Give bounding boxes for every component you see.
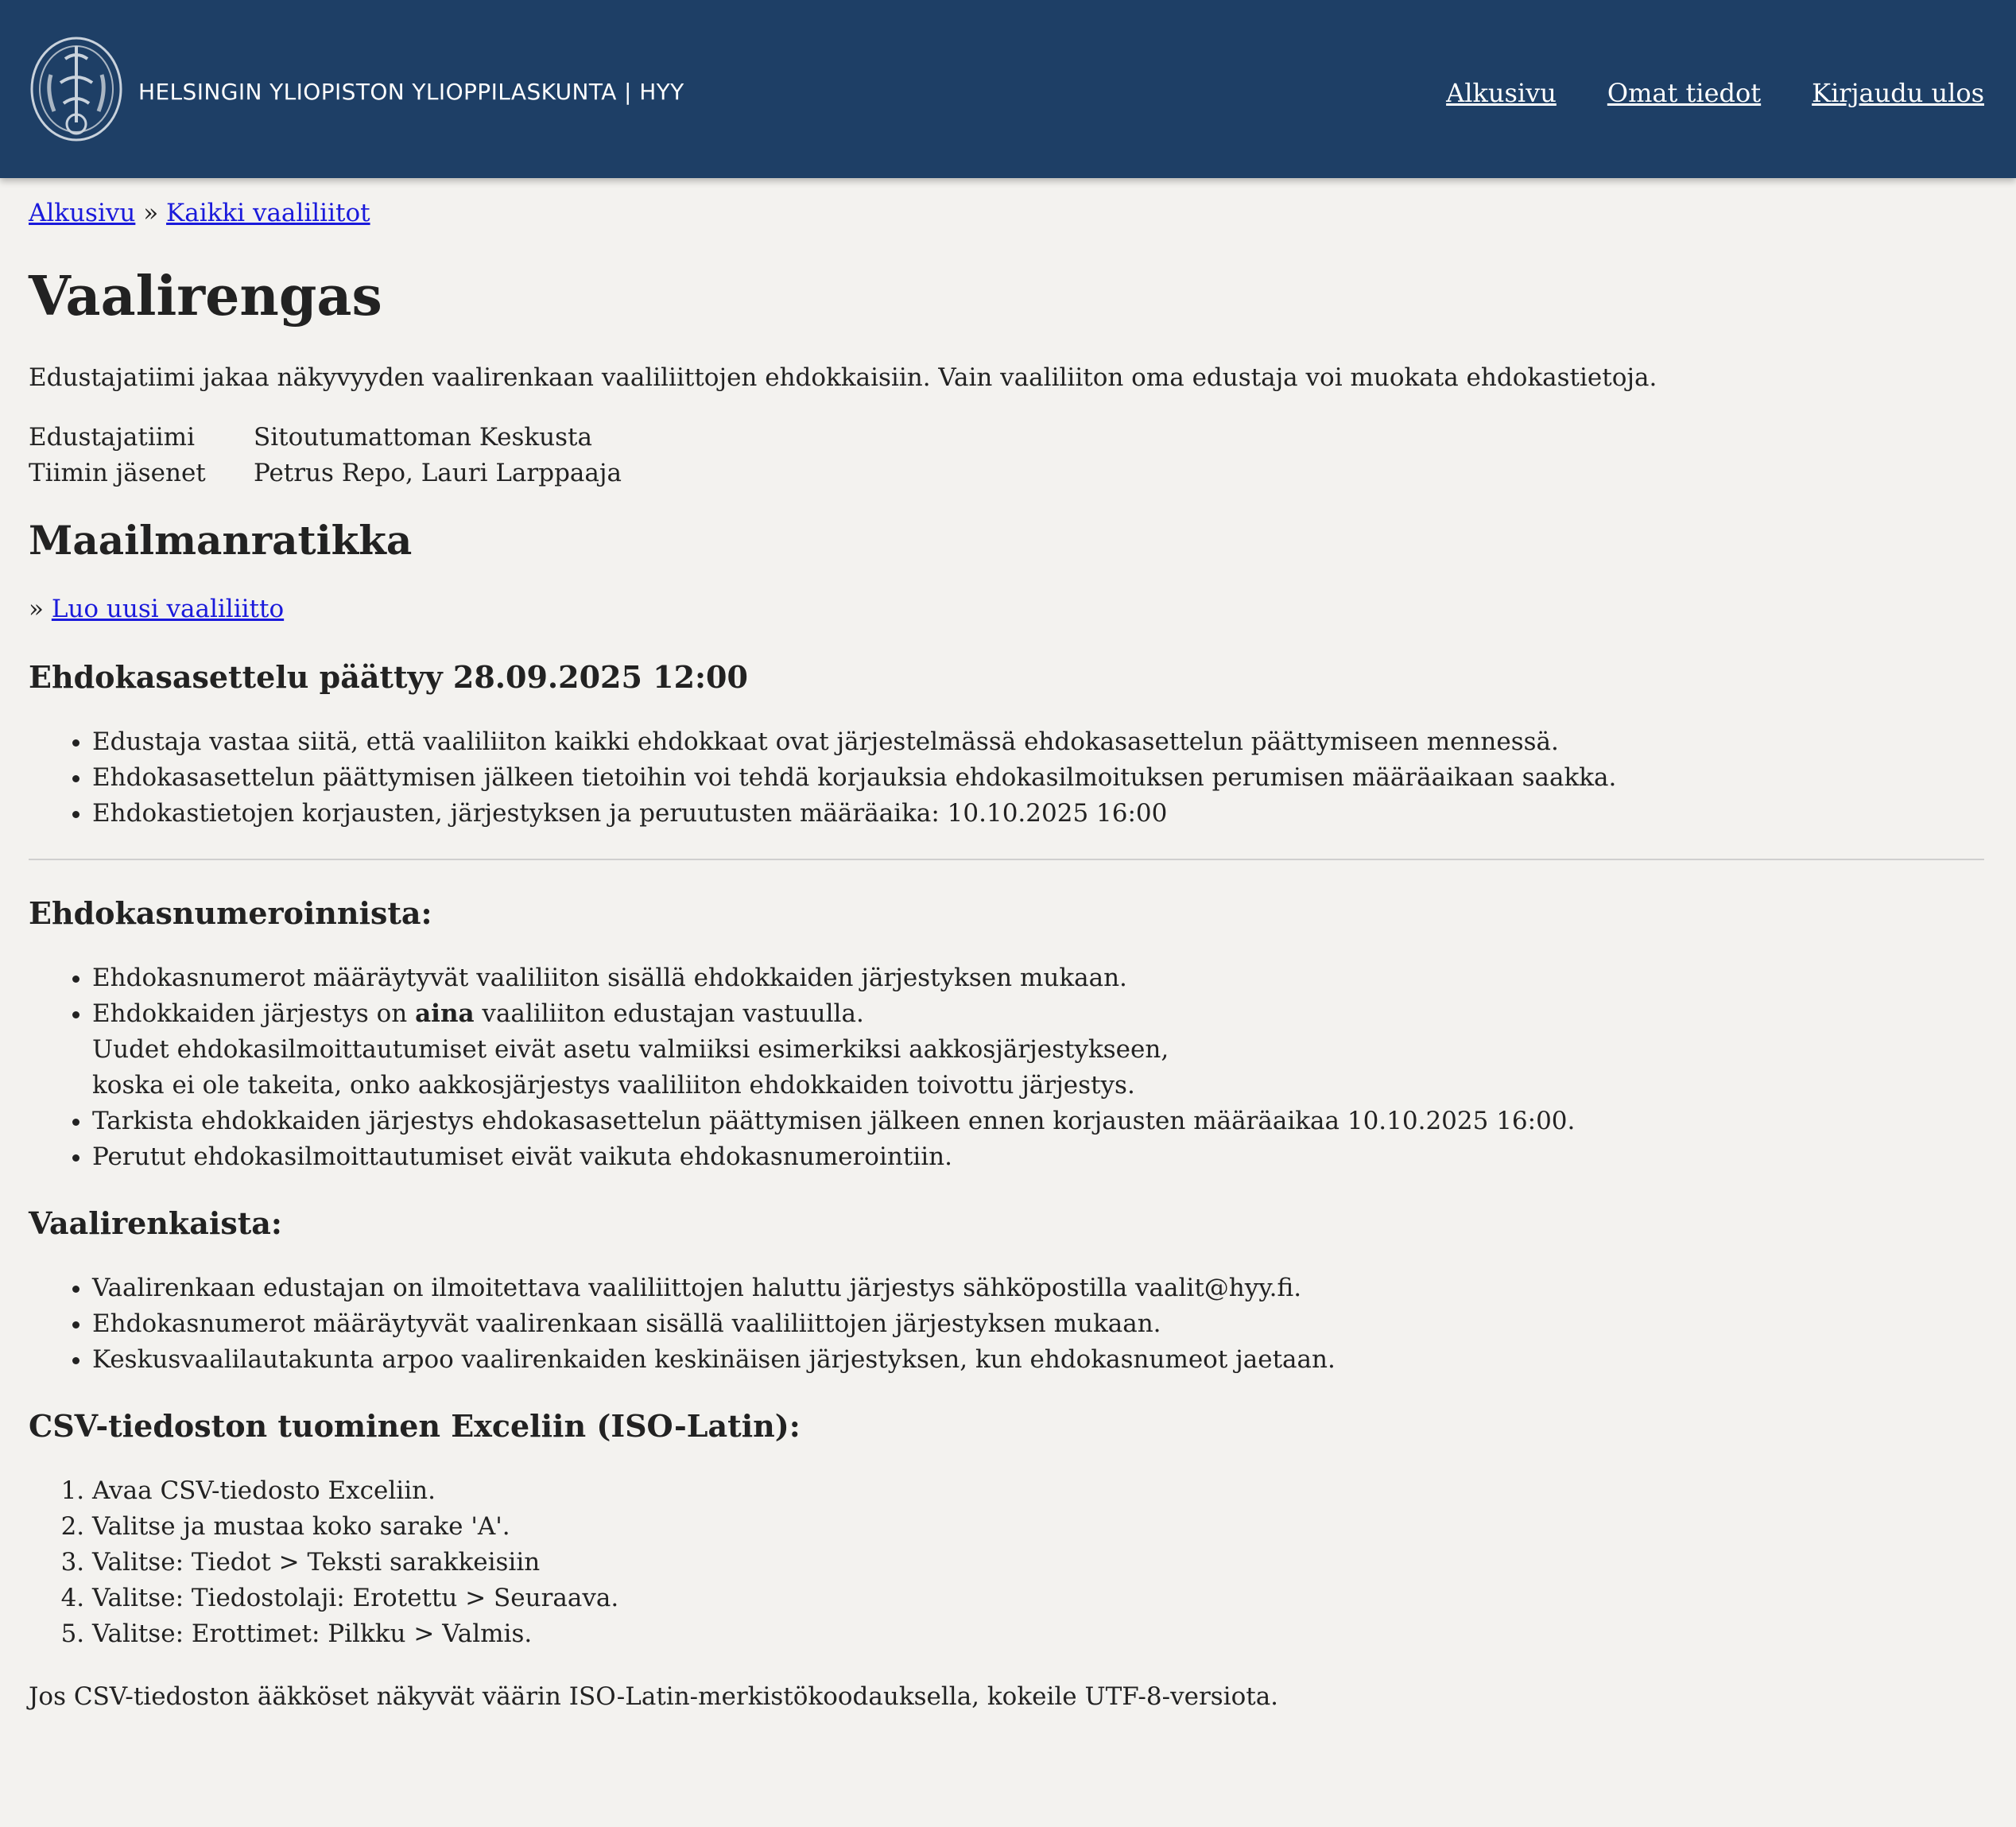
info-value-team: Sitoutumattoman Keskusta xyxy=(254,423,592,452)
rings-list: Vaalirenkaan edustajan on ilmoitettava v… xyxy=(29,1270,1984,1378)
team-info-table: Edustajatiimi Sitoutumattoman Keskusta T… xyxy=(29,420,622,491)
list-item: Valitse: Erottimet: Pilkku > Valmis. xyxy=(92,1616,1984,1652)
list-item: Valitse ja mustaa koko sarake 'A'. xyxy=(92,1509,1984,1545)
list-item: Edustaja vastaa siitä, että vaaliliiton … xyxy=(92,724,1984,760)
csv-encoding-note: Jos CSV-tiedoston ääkköset näkyvät vääri… xyxy=(29,1682,1279,1711)
list-item: Keskusvaalilautakunta arpoo vaalirenkaid… xyxy=(92,1342,1984,1378)
section-divider xyxy=(29,859,1984,860)
nav-link-home[interactable]: Alkusivu xyxy=(1446,75,1557,111)
page-description: Edustajatiimi jakaa näkyvyyden vaalirenk… xyxy=(29,363,1657,392)
page-title: Vaalirengas xyxy=(29,265,382,328)
create-new-alliance-link[interactable]: Luo uusi vaaliliitto xyxy=(52,595,284,623)
info-row-members: Tiimin jäsenet Petrus Repo, Lauri Larppa… xyxy=(29,456,622,491)
list-item: Tarkista ehdokkaiden järjestys ehdokasas… xyxy=(92,1104,1984,1139)
breadcrumb-separator: » xyxy=(143,199,159,227)
emphasis-always: aina xyxy=(415,999,475,1028)
list-item: Ehdokasasettelun päättymisen jälkeen tie… xyxy=(92,760,1984,796)
breadcrumb: Alkusivu » Kaikki vaaliliitot xyxy=(29,196,1984,231)
list-item: Avaa CSV-tiedosto Exceliin. xyxy=(92,1473,1984,1509)
info-value-members: Petrus Repo, Lauri Larppaaja xyxy=(254,459,622,487)
ring-name-heading: Maailmanratikka xyxy=(29,517,413,564)
order-responsibility-text-end: vaaliliiton edustajan vastuulla. xyxy=(474,999,864,1028)
breadcrumb-all-alliances-link[interactable]: Kaikki vaaliliitot xyxy=(166,199,370,227)
new-alliance-prefix: » xyxy=(29,595,44,623)
organization-name: HELSINGIN YLIOPISTON YLIOPPILASKUNTA | H… xyxy=(138,79,684,105)
rings-heading: Vaalirenkaista: xyxy=(29,1205,282,1241)
order-note-line-2: koska ei ole takeita, onko aakkosjärjest… xyxy=(92,1071,1135,1100)
csv-steps-list: Avaa CSV-tiedosto Exceliin. Valitse ja m… xyxy=(29,1473,1984,1652)
hyy-seal-logo-icon[interactable] xyxy=(29,35,124,143)
new-alliance-row: » Luo uusi vaaliliitto xyxy=(29,592,1984,627)
list-item: Valitse: Tiedot > Teksti sarakkeisiin xyxy=(92,1545,1984,1581)
list-item: Valitse: Tiedostolaji: Erotettu > Seuraa… xyxy=(92,1581,1984,1616)
nav-link-my-info[interactable]: Omat tiedot xyxy=(1607,75,1761,111)
breadcrumb-home-link[interactable]: Alkusivu xyxy=(29,199,135,227)
order-note-line-1: Uudet ehdokasilmoittautumiset eivät aset… xyxy=(92,1035,1169,1064)
order-responsibility-text: Ehdokkaiden järjestys on xyxy=(92,999,416,1028)
info-row-team: Edustajatiimi Sitoutumattoman Keskusta xyxy=(29,420,622,456)
list-item: Ehdokasnumerot määräytyvät vaalirenkaan … xyxy=(92,1306,1984,1342)
list-item: Vaalirenkaan edustajan on ilmoitettava v… xyxy=(92,1270,1984,1306)
info-label-team: Edustajatiimi xyxy=(29,423,195,452)
list-item: Ehdokkaiden järjestys on aina vaaliliito… xyxy=(92,996,1984,1104)
main-content: Alkusivu » Kaikki vaaliliitot Vaalirenga… xyxy=(0,178,2016,1715)
list-item: Ehdokastietojen korjausten, järjestyksen… xyxy=(92,796,1984,832)
site-header: HELSINGIN YLIOPISTON YLIOPPILASKUNTA | H… xyxy=(0,0,2016,178)
list-item: Perutut ehdokasilmoittautumiset eivät va… xyxy=(92,1139,1984,1175)
numbering-heading: Ehdokasnumeroinnista: xyxy=(29,895,432,931)
info-label-members: Tiimin jäsenet xyxy=(29,459,206,487)
list-item: Ehdokasnumerot määräytyvät vaaliliiton s… xyxy=(92,960,1984,996)
main-nav: Alkusivu Omat tiedot Kirjaudu ulos xyxy=(1446,75,1984,111)
deadline-list: Edustaja vastaa siitä, että vaaliliiton … xyxy=(29,724,1984,832)
deadline-heading: Ehdokasasettelu päättyy 28.09.2025 12:00 xyxy=(29,659,748,695)
numbering-list: Ehdokasnumerot määräytyvät vaaliliiton s… xyxy=(29,960,1984,1175)
nav-link-logout[interactable]: Kirjaudu ulos xyxy=(1812,75,1984,111)
csv-heading: CSV-tiedoston tuominen Exceliin (ISO-Lat… xyxy=(29,1408,801,1444)
